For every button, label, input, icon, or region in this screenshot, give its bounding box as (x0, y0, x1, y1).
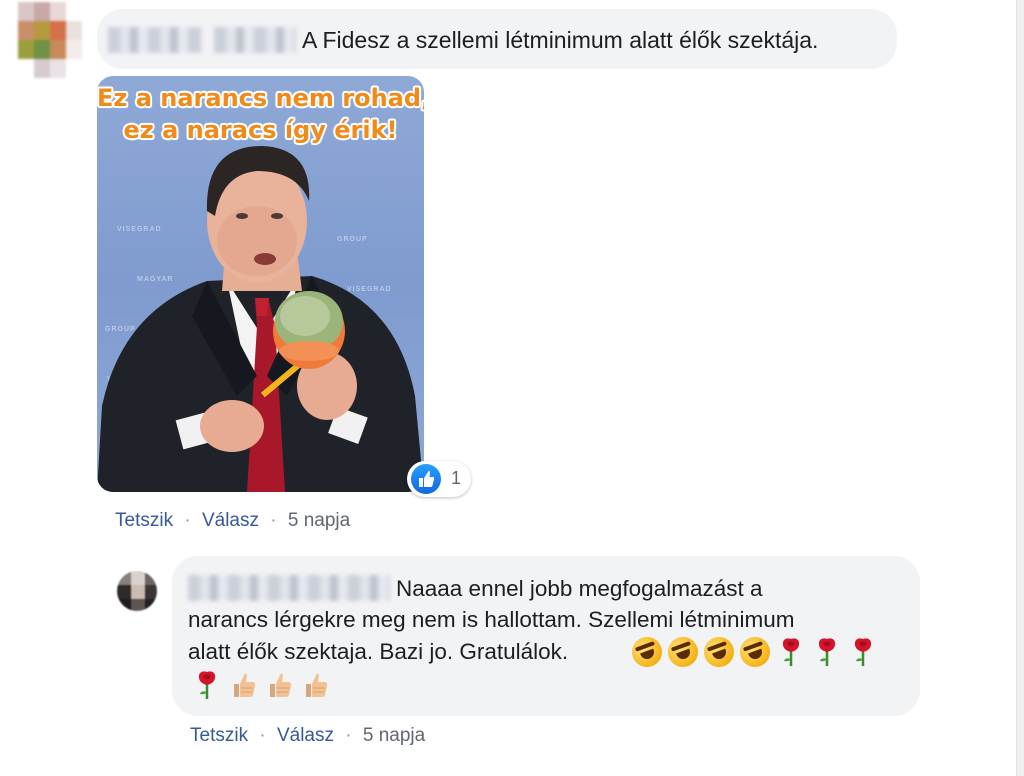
separator: · (259, 725, 266, 746)
reaction-badge[interactable]: 1 (407, 461, 471, 497)
reaction-count: 1 (451, 468, 462, 488)
rose-emoji (848, 637, 878, 667)
meme-caption-line1: Ez a narancs nem rohad, (97, 84, 424, 112)
timestamp-link[interactable]: 5 napja (288, 510, 350, 531)
author-name-blurred[interactable] (108, 27, 203, 53)
comment-actions: Tetszik · Válasz · 5 napja (190, 725, 425, 747)
separator: · (270, 510, 277, 531)
author-name-blurred[interactable] (214, 27, 296, 53)
avatar[interactable] (117, 571, 157, 611)
rofl-emoji (663, 632, 703, 672)
comment-text: A Fidesz a szellemi létminimum alatt élő… (302, 27, 819, 53)
meme-image[interactable]: VISEGRAD MAGYAR GROUP MAGYAR VISEGRAD GR… (97, 76, 424, 492)
rofl-emoji (735, 632, 775, 672)
thumbs-up-emoji (300, 670, 330, 700)
like-link[interactable]: Tetszik (190, 725, 248, 746)
reply-link[interactable]: Válasz (202, 510, 259, 531)
comment-text-line3: alatt élők szektaja. Bazi jo. Gratulálok… (188, 639, 569, 664)
emoji-row (627, 632, 878, 672)
avatar[interactable] (18, 2, 82, 78)
thumbs-up-emoji (264, 670, 294, 700)
rose-emoji (192, 670, 222, 700)
thumbs-up-emoji (228, 670, 258, 700)
rose-emoji (812, 637, 842, 667)
emoji-row (192, 670, 330, 700)
scrollbar[interactable] (1016, 0, 1024, 776)
separator: · (345, 725, 352, 746)
rofl-emoji (699, 632, 739, 672)
rose-emoji (776, 637, 806, 667)
meme-caption-line2: ez a naracs így érik! (123, 116, 398, 144)
like-link[interactable]: Tetszik (115, 510, 173, 531)
thumbs-up-icon (411, 464, 441, 494)
rofl-emoji (627, 632, 667, 672)
comment-text-line2: narancs lérgekre meg nem is hallottam. S… (188, 607, 795, 632)
separator: · (184, 510, 191, 531)
comment-text-line1: Naaaa ennel jobb megfogalmazást a (396, 576, 763, 601)
comment-actions: Tetszik · Válasz · 5 napja (115, 510, 350, 532)
reply-link[interactable]: Válasz (277, 725, 334, 746)
timestamp-link[interactable]: 5 napja (363, 725, 425, 746)
author-name-blurred[interactable] (188, 575, 390, 601)
